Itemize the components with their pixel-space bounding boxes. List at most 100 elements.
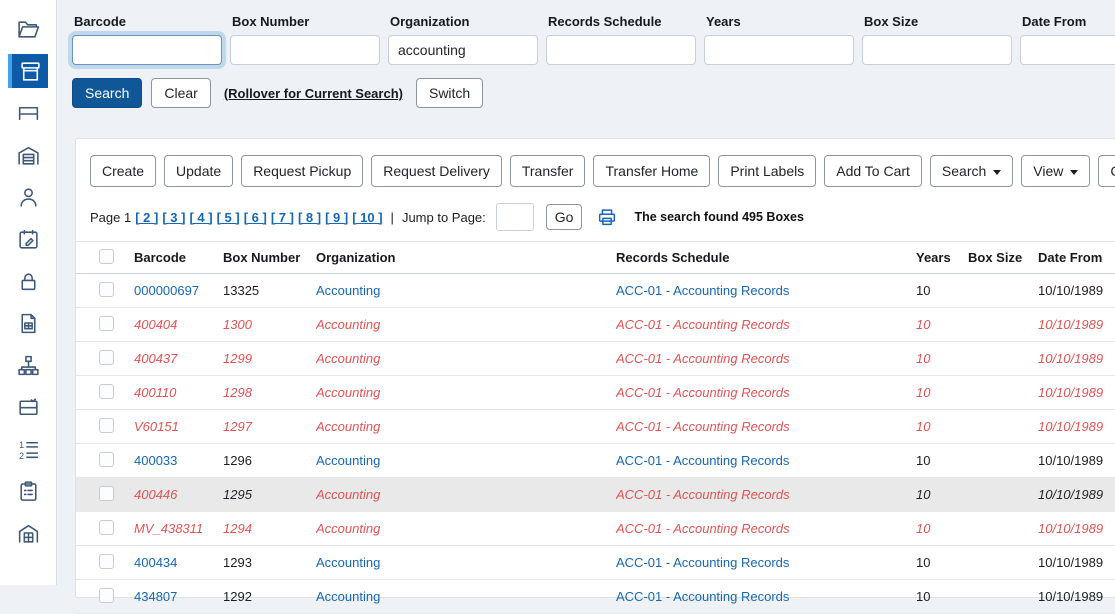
cell-barcode[interactable]: MV_438311 — [134, 521, 223, 536]
sidebar-item-warehouse-box[interactable] — [8, 516, 48, 550]
page-link-6[interactable]: [ 6 ] — [244, 210, 267, 225]
page-link-5[interactable]: [ 5 ] — [217, 210, 240, 225]
row-checkbox[interactable] — [99, 520, 114, 535]
request-delivery-button[interactable]: Request Delivery — [371, 155, 502, 187]
cell-barcode[interactable]: 400434 — [134, 555, 223, 570]
page-link-8[interactable]: [ 8 ] — [298, 210, 321, 225]
row-checkbox[interactable] — [99, 588, 114, 603]
transfer-home-button[interactable]: Transfer Home — [593, 155, 710, 187]
box-number-input[interactable] — [230, 35, 380, 65]
cell-records-schedule[interactable]: ACC-01 - Accounting Records — [616, 453, 916, 468]
records-schedule-input[interactable] — [546, 35, 696, 65]
row-checkbox[interactable] — [99, 452, 114, 467]
sidebar-item-lock[interactable] — [8, 264, 48, 298]
button-label: Create — [102, 163, 144, 179]
rollover-current-search-link[interactable]: (Rollover for Current Search) — [224, 86, 403, 101]
cell-barcode[interactable]: 400033 — [134, 453, 223, 468]
sidebar-item-storage-box[interactable] — [8, 54, 48, 88]
cell-barcode[interactable]: 434807 — [134, 589, 223, 604]
date-from-input[interactable] — [1020, 35, 1115, 65]
sidebar-item-shelf[interactable] — [8, 96, 48, 130]
row-checkbox[interactable] — [99, 418, 114, 433]
sidebar-item-clipboard-list[interactable] — [8, 474, 48, 508]
page-link-2[interactable]: [ 2 ] — [135, 210, 158, 225]
sidebar-item-folder-open[interactable] — [8, 12, 48, 46]
row-checkbox[interactable] — [99, 554, 114, 569]
cell-organization[interactable]: Accounting — [316, 453, 616, 468]
cell-records-schedule[interactable]: ACC-01 - Accounting Records — [616, 521, 916, 536]
sidebar-item-window-check[interactable] — [8, 390, 48, 424]
cell-barcode[interactable]: 400437 — [134, 351, 223, 366]
cell-organization[interactable]: Accounting — [316, 555, 616, 570]
row-checkbox[interactable] — [99, 282, 114, 297]
organization-input[interactable] — [388, 35, 538, 65]
page-link-4[interactable]: [ 4 ] — [189, 210, 212, 225]
add-to-cart-button[interactable]: Add To Cart — [824, 155, 922, 187]
column-header-barcode[interactable]: Barcode — [134, 250, 223, 265]
printer-icon[interactable] — [596, 206, 618, 228]
request-pickup-button[interactable]: Request Pickup — [241, 155, 363, 187]
cell-years: 10 — [916, 317, 968, 332]
clear-button[interactable]: Clear — [151, 78, 210, 108]
page-link-9[interactable]: [ 9 ] — [325, 210, 348, 225]
column-header-date-from[interactable]: Date From — [1038, 250, 1115, 265]
cell-records-schedule[interactable]: ACC-01 - Accounting Records — [616, 419, 916, 434]
row-checkbox-cell — [76, 282, 134, 300]
view-dropdown[interactable]: View — [1021, 155, 1090, 187]
cell-barcode[interactable]: 400110 — [134, 385, 223, 400]
cell-barcode[interactable]: 400446 — [134, 487, 223, 502]
row-checkbox[interactable] — [99, 384, 114, 399]
column-header-box-size[interactable]: Box Size — [968, 250, 1038, 265]
cell-records-schedule[interactable]: ACC-01 - Accounting Records — [616, 589, 916, 604]
sidebar-item-file-invoice[interactable] — [8, 306, 48, 340]
create-button[interactable]: Create — [90, 155, 156, 187]
cell-organization[interactable]: Accounting — [316, 385, 616, 400]
cell-organization[interactable]: Accounting — [316, 487, 616, 502]
cell-barcode[interactable]: 400404 — [134, 317, 223, 332]
box-size-input[interactable] — [862, 35, 1012, 65]
years-input[interactable] — [704, 35, 854, 65]
cell-records-schedule[interactable]: ACC-01 - Accounting Records — [616, 317, 916, 332]
row-checkbox[interactable] — [99, 350, 114, 365]
toolbar: Create UpdateRequest PickupRequest Delive… — [76, 139, 1115, 187]
change-dropdown[interactable]: Change — [1098, 155, 1115, 187]
barcode-input[interactable] — [72, 35, 222, 65]
transfer-button[interactable]: Transfer — [510, 155, 586, 187]
cell-records-schedule[interactable]: ACC-01 - Accounting Records — [616, 351, 916, 366]
sidebar-item-calendar-edit[interactable] — [8, 222, 48, 256]
cell-barcode[interactable]: V60151 — [134, 419, 223, 434]
sidebar-item-sitemap[interactable] — [8, 348, 48, 382]
go-button[interactable]: Go — [546, 204, 583, 230]
cell-records-schedule[interactable]: ACC-01 - Accounting Records — [616, 487, 916, 502]
column-header-records-schedule[interactable]: Records Schedule — [616, 250, 916, 265]
search-dropdown[interactable]: Search — [930, 155, 1013, 187]
row-checkbox[interactable] — [99, 316, 114, 331]
cell-organization[interactable]: Accounting — [316, 521, 616, 536]
folder-open-icon — [16, 17, 41, 42]
switch-button[interactable]: Switch — [416, 78, 483, 108]
cell-barcode[interactable]: 000000697 — [134, 283, 223, 298]
cell-records-schedule[interactable]: ACC-01 - Accounting Records — [616, 555, 916, 570]
cell-organization[interactable]: Accounting — [316, 419, 616, 434]
cell-records-schedule[interactable]: ACC-01 - Accounting Records — [616, 283, 916, 298]
page-link-3[interactable]: [ 3 ] — [162, 210, 185, 225]
cell-organization[interactable]: Accounting — [316, 351, 616, 366]
update-button[interactable]: Update — [164, 155, 233, 187]
sidebar-item-warehouse[interactable] — [8, 138, 48, 172]
sidebar-item-numbered-list[interactable]: 12 — [8, 432, 48, 466]
row-checkbox[interactable] — [99, 486, 114, 501]
cell-records-schedule[interactable]: ACC-01 - Accounting Records — [616, 385, 916, 400]
print-labels-button[interactable]: Print Labels — [718, 155, 816, 187]
search-button[interactable]: Search — [72, 78, 142, 108]
column-header-box-number[interactable]: Box Number — [223, 250, 316, 265]
select-all-checkbox[interactable] — [99, 249, 114, 264]
cell-organization[interactable]: Accounting — [316, 317, 616, 332]
sidebar-item-user[interactable] — [8, 180, 48, 214]
column-header-years[interactable]: Years — [916, 250, 968, 265]
column-header-organization[interactable]: Organization — [316, 250, 616, 265]
cell-organization[interactable]: Accounting — [316, 283, 616, 298]
page-link-10[interactable]: [ 10 ] — [352, 210, 382, 225]
page-link-7[interactable]: [ 7 ] — [271, 210, 294, 225]
jump-to-page-input[interactable] — [496, 203, 534, 231]
cell-organization[interactable]: Accounting — [316, 589, 616, 604]
